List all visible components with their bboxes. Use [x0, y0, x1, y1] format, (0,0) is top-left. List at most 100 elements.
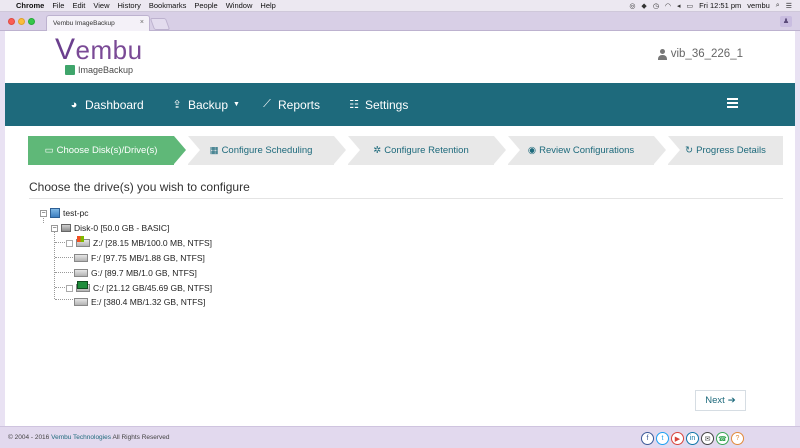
caret-down-icon: ▼ [233, 101, 240, 108]
menu-file[interactable]: File [52, 1, 64, 10]
menubar-user[interactable]: vembu [747, 1, 770, 10]
user-menu[interactable]: vib_36_226_1 [657, 48, 743, 60]
drive-checkbox[interactable] [66, 284, 73, 292]
clock[interactable]: Fri 12:51 pm [699, 1, 741, 10]
step-choose-drives[interactable]: ▭ Choose Disk(s)/Drive(s) [28, 136, 186, 165]
spotlight-icon[interactable]: ⌕ [776, 2, 780, 10]
drive-icon [74, 269, 88, 277]
nav-settings[interactable]: ☷ Settings [348, 83, 408, 126]
collapse-icon[interactable]: − [40, 209, 47, 217]
refresh-icon: ↻ [685, 145, 694, 156]
menu-edit[interactable]: Edit [72, 1, 85, 10]
profile-icon[interactable]: ♟ [780, 16, 792, 27]
tree-root-label[interactable]: test-pc [63, 208, 89, 218]
page-footer: © 2004 - 2016 Vembu Technologies All Rig… [0, 426, 800, 448]
step-configure-scheduling[interactable]: ▦ Configure Scheduling [188, 136, 346, 165]
tree-node-disk: − Disk-0 [50.0 GB - BASIC] [51, 222, 169, 234]
calendar-icon: ▦ [209, 145, 219, 156]
phone-icon[interactable]: ☎ [716, 432, 729, 445]
tree-node-drive: F:/ [97.75 MB/1.88 GB, NTFS] [74, 252, 205, 264]
arrow-right-icon: ➔ [727, 395, 736, 406]
divider [29, 198, 783, 199]
wizard-steps: ▭ Choose Disk(s)/Drive(s) ▦ Configure Sc… [28, 136, 783, 165]
new-tab-button[interactable] [149, 18, 171, 30]
wifi-icon[interactable]: ◠ [665, 2, 671, 10]
line-chart-icon: ⟋ [263, 98, 271, 110]
upload-icon: ⇪ [172, 99, 182, 111]
drive-label[interactable]: E:/ [380.4 MB/1.32 GB, NTFS] [91, 297, 205, 307]
youtube-icon[interactable]: ▶ [671, 432, 684, 445]
page-title: Choose the drive(s) you wish to configur… [29, 180, 250, 194]
zoom-window-button[interactable] [28, 18, 35, 25]
menu-chrome[interactable]: Chrome [16, 1, 44, 10]
twitter-icon[interactable]: t [656, 432, 669, 445]
sliders-icon: ☷ [349, 99, 359, 111]
mac-menubar: Chrome File Edit View History Bookmarks … [0, 0, 800, 12]
nav-backup[interactable]: ⇪ Backup ▼ [171, 83, 240, 126]
email-icon[interactable]: ✉ [701, 432, 714, 445]
menu-history[interactable]: History [118, 1, 141, 10]
tree-disk-label[interactable]: Disk-0 [50.0 GB - BASIC] [74, 223, 169, 233]
drive-icon [76, 236, 90, 247]
computer-icon [50, 208, 60, 218]
close-window-button[interactable] [8, 18, 15, 25]
menu-bookmarks[interactable]: Bookmarks [149, 1, 187, 10]
dropbox-icon[interactable]: ◆ [641, 2, 646, 10]
notification-center-icon[interactable]: ☰ [786, 2, 792, 10]
pie-chart-icon: ◕ [70, 98, 78, 111]
main-navbar: ◕ Dashboard ⇪ Backup ▼ ⟋ Reports ☷ Setti… [5, 83, 795, 126]
minimize-window-button[interactable] [18, 18, 25, 25]
tab-title: Vembu ImageBackup [53, 20, 115, 27]
drive-label[interactable]: G:/ [89.7 MB/1.0 GB, NTFS] [91, 268, 197, 278]
browser-tab[interactable]: Vembu ImageBackup × [46, 15, 150, 31]
menu-people[interactable]: People [194, 1, 217, 10]
linkedin-icon[interactable]: in [686, 432, 699, 445]
drive-label[interactable]: F:/ [97.75 MB/1.88 GB, NTFS] [91, 253, 205, 263]
step-configure-retention[interactable]: ✲ Configure Retention [348, 136, 506, 165]
step-review-configurations[interactable]: ◉ Review Configurations [508, 136, 666, 165]
tree-node-drive: E:/ [380.4 MB/1.32 GB, NTFS] [74, 296, 205, 308]
help-icon[interactable]: ? [731, 432, 744, 445]
facebook-icon[interactable]: f [641, 432, 654, 445]
menu-help[interactable]: Help [260, 1, 275, 10]
menu-window[interactable]: Window [226, 1, 253, 10]
tree-node-drive: C:/ [21.12 GB/45.69 GB, NTFS] [66, 281, 212, 294]
nav-reports[interactable]: ⟋ Reports [261, 83, 320, 126]
nav-dashboard[interactable]: ◕ Dashboard [68, 83, 144, 126]
battery-icon[interactable]: ▭ [687, 2, 694, 10]
hamburger-menu-icon[interactable] [727, 98, 738, 108]
vembu-logo[interactable]: Vembu ImageBackup [55, 33, 143, 75]
social-links: f t ▶ in ✉ ☎ ? [641, 432, 744, 445]
status-icon[interactable]: ◎ [629, 2, 635, 10]
eye-icon: ◉ [527, 145, 537, 156]
next-button[interactable]: Next ➔ [695, 390, 746, 411]
collapse-icon[interactable]: − [51, 224, 58, 232]
drive-checkbox[interactable] [66, 239, 73, 247]
drive-label[interactable]: C:/ [21.12 GB/45.69 GB, NTFS] [93, 283, 212, 293]
browser-tabstrip: Vembu ImageBackup × ♟ [0, 12, 800, 31]
copyright: © 2004 - 2016 Vembu Technologies All Rig… [8, 434, 170, 441]
menu-view[interactable]: View [93, 1, 109, 10]
gear-icon: ✲ [373, 145, 382, 156]
step-progress-details[interactable]: ↻ Progress Details [668, 136, 783, 165]
company-link[interactable]: Vembu Technologies [51, 434, 111, 441]
logo-wordmark: Vembu [55, 33, 143, 66]
user-icon [657, 48, 667, 60]
hdd-icon: ▭ [44, 145, 54, 156]
tree-node-root: − test-pc [40, 207, 89, 219]
drive-icon [74, 298, 88, 306]
web-page: Vembu ImageBackup vib_36_226_1 ◕ Dashboa… [5, 31, 795, 426]
logo-subtitle: ImageBackup [65, 65, 143, 75]
volume-icon[interactable]: ◂ [677, 2, 681, 10]
drive-label[interactable]: Z:/ [28.15 MB/100.0 MB, NTFS] [93, 238, 212, 248]
time-machine-icon[interactable]: ◷ [653, 2, 659, 10]
tree-node-drive: G:/ [89.7 MB/1.0 GB, NTFS] [74, 267, 197, 279]
imagebackup-icon [65, 65, 75, 75]
menubar-tray: ◎ ◆ ◷ ◠ ◂ ▭ Fri 12:51 pm vembu ⌕ ☰ [629, 1, 792, 10]
drive-icon [74, 254, 88, 262]
app-header: Vembu ImageBackup vib_36_226_1 [5, 31, 795, 83]
disk-icon [61, 224, 71, 232]
tree-node-drive: Z:/ [28.15 MB/100.0 MB, NTFS] [66, 236, 212, 249]
close-tab-icon[interactable]: × [140, 19, 144, 26]
drive-icon [76, 281, 90, 292]
